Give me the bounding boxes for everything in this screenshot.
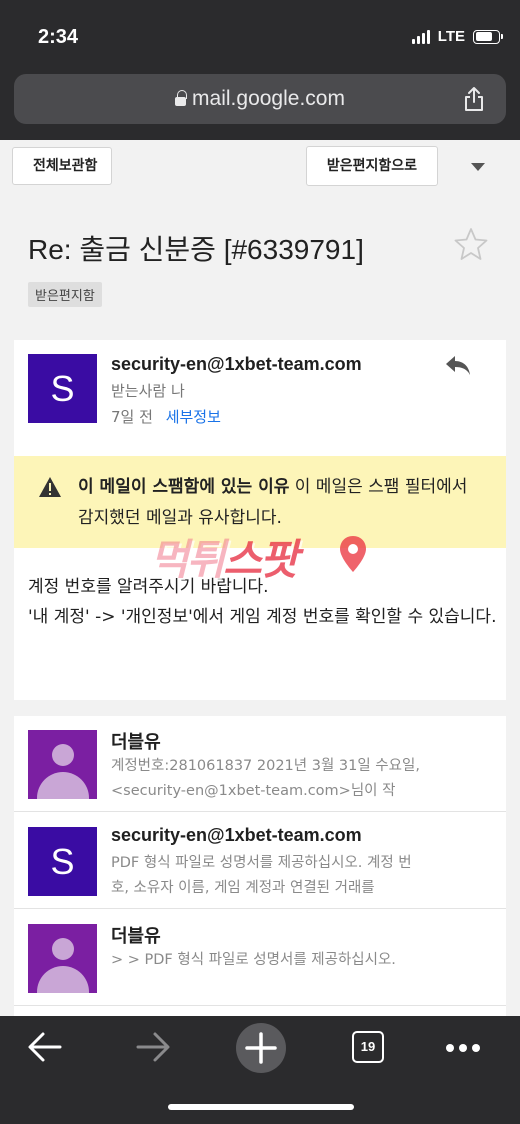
signal-icon [411, 29, 430, 44]
thread-snippet: PDF 형식 파일로 성명서를 제공하십시오. 계정 번호, 소유자 이름, 게… [111, 855, 412, 896]
reply-icon[interactable] [444, 354, 472, 378]
inbox-label-chip[interactable]: 받은편지함 [28, 282, 102, 307]
thread-sender: 더블유 [111, 926, 161, 946]
url-text: mail.google.com [192, 87, 345, 110]
back-arrow-icon[interactable] [26, 1030, 64, 1064]
body-line: '내 계정' -> '개인정보'에서 게임 계정 번호를 확인할 수 있습니다. [28, 607, 497, 627]
location-pin-icon [340, 536, 366, 572]
message-card: S security-en@1xbet-team.com 받는사람 나 7일 전… [14, 340, 506, 700]
thread-snippet: 계정번호:281061837 2021년 3월 31일 수요일, <securi… [111, 758, 420, 799]
thread-sender: 더블유 [111, 732, 161, 752]
plus-icon [245, 1032, 277, 1064]
time-line: 7일 전 세부정보 [111, 406, 221, 427]
status-indicators: LTE [411, 28, 503, 45]
spam-title: 이 메일이 스팸함에 있는 이유 [78, 477, 290, 497]
thread-snippet: > > PDF 형식 파일로 성명서를 제공하십시오. [111, 952, 396, 968]
share-icon[interactable] [462, 86, 486, 112]
thread-item[interactable]: S security-en@1xbet-team.com PDF 형식 파일로 … [14, 813, 506, 909]
home-indicator[interactable] [168, 1104, 354, 1110]
thread-list: 더블유 계정번호:281061837 2021년 3월 31일 수요일, <se… [14, 716, 506, 1016]
archive-back-button[interactable]: 전체보관함 [12, 147, 113, 185]
address-bar[interactable]: mail.google.com [14, 74, 506, 124]
battery-icon [473, 29, 503, 44]
thread-item[interactable]: 더블유 > > PDF 형식 파일로 성명서를 제공하십시오. [14, 910, 506, 1006]
person-avatar-icon [28, 730, 97, 799]
watermark-text: 스팟 [223, 535, 298, 584]
mail-toolbar: 전체보관함 받은편지함으로 [0, 140, 520, 194]
lock-icon [175, 90, 187, 107]
watermark-logo: 먹튀스팟 [150, 526, 299, 587]
archive-button-label: 전체보관함 [12, 147, 113, 185]
sender-avatar: S [28, 354, 97, 423]
thread-item[interactable]: 더블유 계정번호:281061837 2021년 3월 31일 수요일, <se… [14, 716, 506, 812]
recipient-line: 받는사람 나 [111, 382, 185, 400]
status-time: 2:34 [38, 26, 79, 48]
watermark-text: 먹튀 [150, 535, 225, 584]
star-icon[interactable] [454, 227, 488, 261]
sender-email[interactable]: security-en@1xbet-team.com [111, 354, 362, 375]
email-subject: Re: 출금 신분증 [#6339791] [28, 234, 364, 265]
move-to-inbox-button[interactable]: 받은편지함으로 [306, 146, 438, 186]
details-link[interactable]: 세부정보 [166, 408, 221, 426]
warning-icon [39, 477, 61, 497]
person-avatar-icon [28, 924, 97, 993]
forward-arrow-icon[interactable] [134, 1030, 172, 1064]
browser-top-bar: 2:34 LTE mail.google.com [0, 0, 520, 140]
new-tab-button[interactable] [236, 1023, 286, 1073]
thread-sender: security-en@1xbet-team.com [111, 825, 362, 845]
tabs-icon[interactable]: 19 [352, 1031, 384, 1063]
network-type: LTE [437, 28, 465, 45]
sender-avatar: S [28, 827, 97, 896]
sent-time: 7일 전 [111, 408, 153, 426]
chevron-down-icon[interactable] [471, 163, 485, 171]
more-icon[interactable] [446, 1044, 480, 1052]
